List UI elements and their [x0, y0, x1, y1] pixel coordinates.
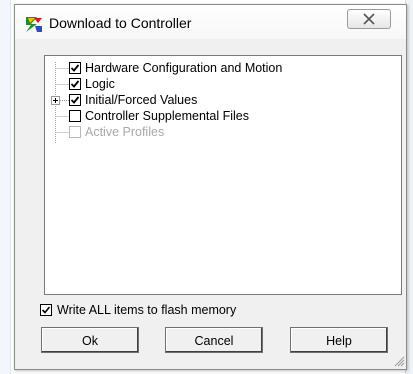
plus-expander-icon[interactable] [51, 96, 60, 105]
resize-grip-icon[interactable] [393, 355, 405, 367]
close-icon [363, 13, 375, 25]
check-icon [70, 80, 80, 88]
download-items-tree[interactable]: Hardware Configuration and Motion Logic … [44, 55, 402, 295]
check-icon [70, 96, 80, 104]
background-window-left [0, 0, 11, 374]
tree-item-label: Logic [85, 77, 115, 91]
ok-button[interactable]: Ok [41, 327, 139, 353]
close-button[interactable] [347, 9, 391, 29]
active-profiles-checkbox [69, 126, 81, 138]
controller-supplemental-files-checkbox[interactable] [69, 110, 81, 122]
check-icon [41, 306, 51, 314]
app-logo-icon [25, 15, 43, 33]
initial-forced-values-checkbox[interactable] [69, 94, 81, 106]
write-flash-label: Write ALL items to flash memory [57, 303, 237, 317]
cancel-button[interactable]: Cancel [165, 327, 263, 353]
logic-checkbox[interactable] [69, 78, 81, 90]
write-flash-checkbox[interactable] [40, 304, 52, 316]
download-dialog: Download to Controller Hardware Configur… [14, 4, 407, 370]
help-button[interactable]: Help [290, 327, 388, 353]
tree-item-label: Initial/Forced Values [85, 93, 198, 107]
dialog-title: Download to Controller [49, 15, 192, 31]
hardware-configuration-checkbox[interactable] [69, 62, 81, 74]
title-bar[interactable]: Download to Controller [15, 5, 406, 39]
tree-item-label: Controller Supplemental Files [85, 109, 249, 123]
tree-item-label: Active Profiles [85, 125, 165, 139]
check-icon [70, 64, 80, 72]
tree-item-label: Hardware Configuration and Motion [85, 61, 283, 75]
